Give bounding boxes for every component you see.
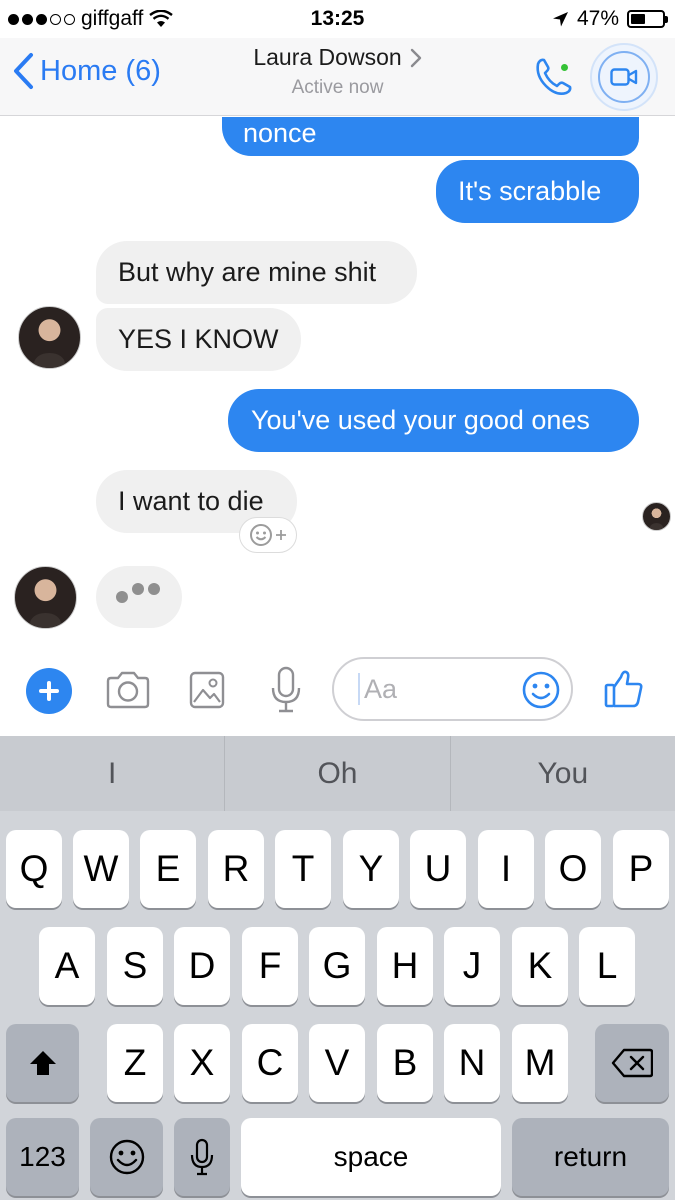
key-z[interactable]: Z [107, 1024, 163, 1102]
active-status-dot [559, 62, 570, 73]
thumbs-up-icon[interactable] [603, 668, 645, 710]
video-call-button[interactable] [590, 43, 658, 111]
battery-icon [627, 10, 668, 28]
contact-avatar[interactable] [18, 306, 81, 369]
chevron-right-icon [410, 48, 421, 67]
emoji-key[interactable] [90, 1118, 163, 1196]
key-n[interactable]: N [444, 1024, 500, 1102]
key-d[interactable]: D [174, 927, 230, 1005]
prediction-suggestion[interactable]: Oh [224, 736, 449, 811]
text-caret [358, 673, 360, 705]
microphone-icon [190, 1138, 214, 1176]
message-input[interactable]: Aa [332, 657, 573, 721]
shift-arrow-icon [29, 1051, 56, 1075]
message-bubble-outgoing[interactable]: nonce [222, 117, 639, 156]
key-e[interactable]: E [140, 830, 196, 908]
camera-icon[interactable] [105, 670, 151, 710]
key-c[interactable]: C [242, 1024, 298, 1102]
key-u[interactable]: U [410, 830, 466, 908]
message-text: But why are mine shit [118, 257, 377, 287]
message-composer: Aa [0, 648, 675, 736]
message-bubble-incoming[interactable]: YES I KNOW [96, 308, 301, 371]
contact-avatar[interactable] [14, 566, 77, 629]
key-s[interactable]: S [107, 927, 163, 1005]
key-f[interactable]: F [242, 927, 298, 1005]
space-key[interactable]: space [241, 1118, 501, 1196]
smiley-icon [250, 524, 272, 546]
conversation-header: Home (6) Laura Dowson Active now [0, 38, 675, 116]
key-r[interactable]: R [208, 830, 264, 908]
add-reaction-button[interactable] [239, 517, 297, 553]
backspace-icon [611, 1048, 653, 1078]
typing-indicator [96, 566, 182, 628]
key-x[interactable]: X [174, 1024, 230, 1102]
message-text: YES I KNOW [118, 324, 279, 354]
more-options-button[interactable] [26, 668, 72, 714]
message-bubble-outgoing[interactable]: It's scrabble [436, 160, 639, 223]
backspace-key[interactable] [595, 1024, 669, 1102]
key-i[interactable]: I [478, 830, 534, 908]
key-p[interactable]: P [613, 830, 669, 908]
message-input-placeholder: Aa [364, 673, 398, 704]
emoji-keyboard-icon [109, 1139, 144, 1175]
location-arrow-icon [552, 11, 568, 26]
video-camera-icon [610, 68, 638, 86]
microphone-icon[interactable] [270, 666, 302, 714]
predictive-text-bar: I Oh You [0, 736, 675, 811]
key-j[interactable]: J [444, 927, 500, 1005]
message-text: I want to die [118, 486, 264, 516]
phone-icon [536, 58, 572, 95]
key-k[interactable]: K [512, 927, 568, 1005]
key-o[interactable]: O [545, 830, 601, 908]
message-text: You've used your good ones [251, 405, 590, 435]
key-y[interactable]: Y [343, 830, 399, 908]
message-text: It's scrabble [458, 176, 602, 206]
message-bubble-outgoing[interactable]: You've used your good ones [228, 389, 639, 452]
key-q[interactable]: Q [6, 830, 62, 908]
image-gallery-icon[interactable] [189, 670, 225, 710]
message-bubble-incoming[interactable]: But why are mine shit [96, 241, 417, 304]
voice-call-button[interactable] [528, 52, 578, 102]
key-g[interactable]: G [309, 927, 365, 1005]
key-a[interactable]: A [39, 927, 95, 1005]
key-h[interactable]: H [377, 927, 433, 1005]
key-m[interactable]: M [512, 1024, 568, 1102]
emoji-icon[interactable] [521, 670, 561, 710]
shift-key[interactable] [6, 1024, 79, 1102]
key-v[interactable]: V [309, 1024, 365, 1102]
key-l[interactable]: L [579, 927, 635, 1005]
return-key[interactable]: return [512, 1118, 669, 1196]
key-b[interactable]: B [377, 1024, 433, 1102]
key-t[interactable]: T [275, 830, 331, 908]
message-thread[interactable]: nonce It's scrabble But why are mine shi… [0, 117, 675, 647]
dictation-key[interactable] [174, 1118, 230, 1196]
plus-icon [276, 530, 286, 540]
status-right: 47% [552, 7, 668, 31]
message-text: nonce [243, 118, 317, 148]
numbers-key[interactable]: 123 [6, 1118, 79, 1196]
status-bar: giffgaff 13:25 47% [0, 0, 675, 38]
key-w[interactable]: W [73, 830, 129, 908]
prediction-suggestion[interactable]: You [449, 736, 675, 811]
battery-percent: 47% [576, 7, 619, 30]
battery-fill [631, 14, 646, 24]
prediction-suggestion[interactable]: I [0, 736, 224, 811]
keyboard: I Oh You Q W E R T Y U I O P A S D F G H… [0, 736, 675, 1200]
read-receipt-avatar [642, 502, 671, 531]
contact-name: Laura Dowson [253, 44, 402, 70]
